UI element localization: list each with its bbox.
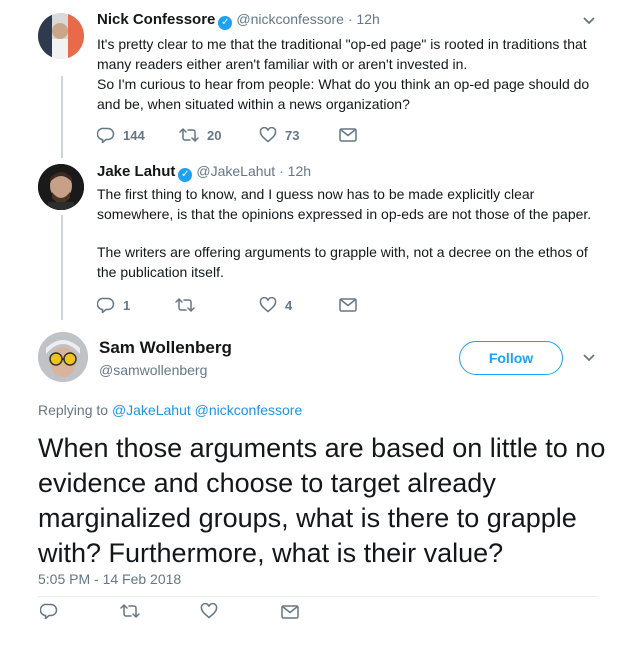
dm-icon xyxy=(281,605,299,619)
chevron-down-icon[interactable] xyxy=(582,353,596,363)
dm-icon xyxy=(339,298,357,312)
retweet-button[interactable]: 20 xyxy=(179,127,221,143)
reply-icon xyxy=(97,127,115,143)
replying-to: Replying to @JakeLahut @nickconfessore xyxy=(38,402,303,418)
retweet-button[interactable] xyxy=(120,603,140,619)
tweet-text: When those arguments are based on little… xyxy=(38,433,606,568)
like-count: 73 xyxy=(285,127,300,143)
avatar[interactable] xyxy=(38,164,84,210)
chevron-down-icon[interactable] xyxy=(582,16,596,26)
like-button[interactable] xyxy=(200,603,218,619)
reply-count: 1 xyxy=(123,297,131,313)
verified-icon: ✓ xyxy=(218,16,233,30)
retweet-button[interactable] xyxy=(175,297,203,313)
retweet-icon xyxy=(179,128,199,142)
mention-link[interactable]: @JakeLahut xyxy=(112,402,191,418)
author-name[interactable]: Sam Wollenberg xyxy=(99,338,232,358)
divider xyxy=(38,596,598,597)
like-button[interactable]: 4 xyxy=(259,297,292,313)
reply-button[interactable] xyxy=(40,603,58,619)
author-handle[interactable]: @samwollenberg xyxy=(99,362,207,378)
author-handle[interactable]: @JakeLahut xyxy=(196,163,275,179)
author-name[interactable]: Nick Confessore xyxy=(97,11,215,28)
thread-line xyxy=(61,215,63,320)
dm-button[interactable] xyxy=(281,605,299,619)
avatar[interactable] xyxy=(38,13,84,59)
like-icon xyxy=(259,127,277,143)
like-button[interactable]: 73 xyxy=(259,127,299,143)
reply-button[interactable]: 144 xyxy=(97,127,145,143)
thread-line xyxy=(61,76,63,158)
reply-icon xyxy=(97,297,115,313)
tweet-text: The first thing to know, and I guess now… xyxy=(97,186,592,280)
retweet-icon xyxy=(175,298,195,312)
retweet-count: 20 xyxy=(207,127,222,143)
mention-link[interactable]: @nickconfessore xyxy=(195,402,303,418)
author-handle[interactable]: @nickconfessore xyxy=(236,11,344,27)
dm-icon xyxy=(339,128,357,142)
like-icon xyxy=(259,297,277,313)
follow-button[interactable]: Follow xyxy=(459,341,563,375)
tweet-time[interactable]: 12h xyxy=(356,11,379,27)
like-count: 4 xyxy=(285,297,293,313)
reply-icon xyxy=(40,603,58,619)
tweet-text: It's pretty clear to me that the traditi… xyxy=(97,36,590,112)
tweet-time[interactable]: 12h xyxy=(288,163,311,179)
author-name[interactable]: Jake Lahut xyxy=(97,163,175,180)
retweet-icon xyxy=(120,604,140,618)
avatar[interactable] xyxy=(38,332,88,382)
dm-button[interactable] xyxy=(339,128,357,142)
reply-count: 144 xyxy=(123,127,145,143)
dm-button[interactable] xyxy=(339,298,357,312)
like-icon xyxy=(200,603,218,619)
reply-button[interactable]: 1 xyxy=(97,297,130,313)
tweet-header: Jake Lahut ✓ @JakeLahut · 12h xyxy=(97,163,312,182)
verified-icon: ✓ xyxy=(178,168,193,182)
tweet-timestamp[interactable]: 5:05 PM - 14 Feb 2018 xyxy=(38,571,181,587)
tweet-header: Nick Confessore ✓ @nickconfessore · 12h xyxy=(97,11,380,30)
